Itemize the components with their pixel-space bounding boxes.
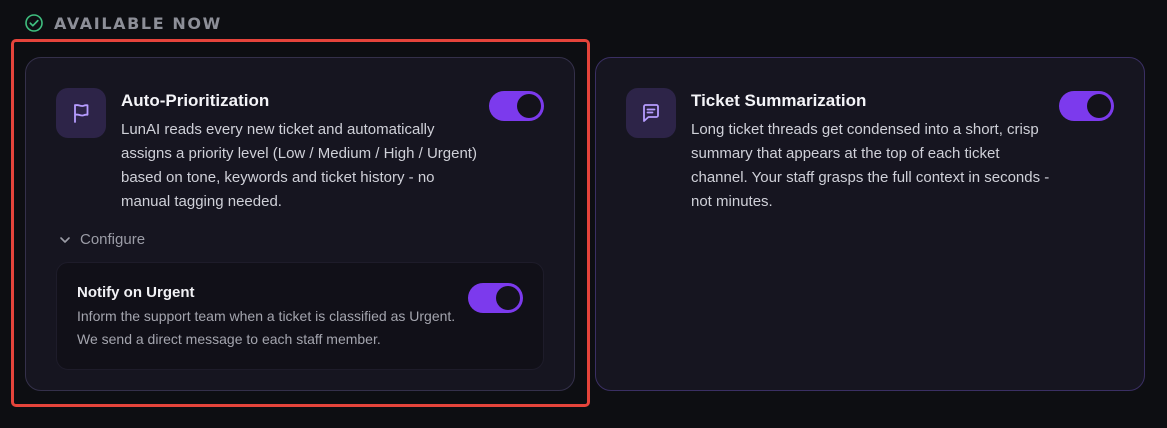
toggle-knob [496, 286, 520, 310]
flag-icon [74, 104, 89, 123]
ticket-summarization-toggle[interactable] [1059, 91, 1114, 121]
feature-card-ticket-summarization: Ticket Summarization Long ticket threads… [595, 57, 1145, 391]
configure-expander[interactable]: Configure [58, 231, 145, 248]
notify-urgent-toggle[interactable] [468, 283, 523, 313]
feature-card-auto-prioritization: Auto-Prioritization LunAI reads every ne… [25, 57, 575, 391]
auto-prioritization-toggle[interactable] [489, 91, 544, 121]
feature-description: Long ticket threads get condensed into a… [691, 121, 1050, 210]
chevron-down-icon [60, 236, 70, 243]
toggle-knob [517, 94, 541, 118]
check-circle-icon [25, 14, 43, 32]
configure-label: Configure [80, 231, 146, 248]
section-header: AVAILABLE NOW [24, 13, 222, 33]
option-card-notify-urgent: Notify on Urgent Inform the support team… [56, 262, 544, 370]
feature-title: Ticket Summarization [691, 91, 867, 110]
option-description: Inform the support team when a ticket is… [77, 308, 456, 347]
feature-title: Auto-Prioritization [121, 91, 270, 110]
feature-icon-badge [56, 88, 106, 138]
toggle-knob [1087, 94, 1111, 118]
feature-description: LunAI reads every new ticket and automat… [121, 121, 477, 210]
feature-icon-badge [626, 88, 676, 138]
message-square-icon [643, 104, 659, 122]
section-title: AVAILABLE NOW [54, 13, 222, 33]
option-title: Notify on Urgent [77, 284, 195, 301]
